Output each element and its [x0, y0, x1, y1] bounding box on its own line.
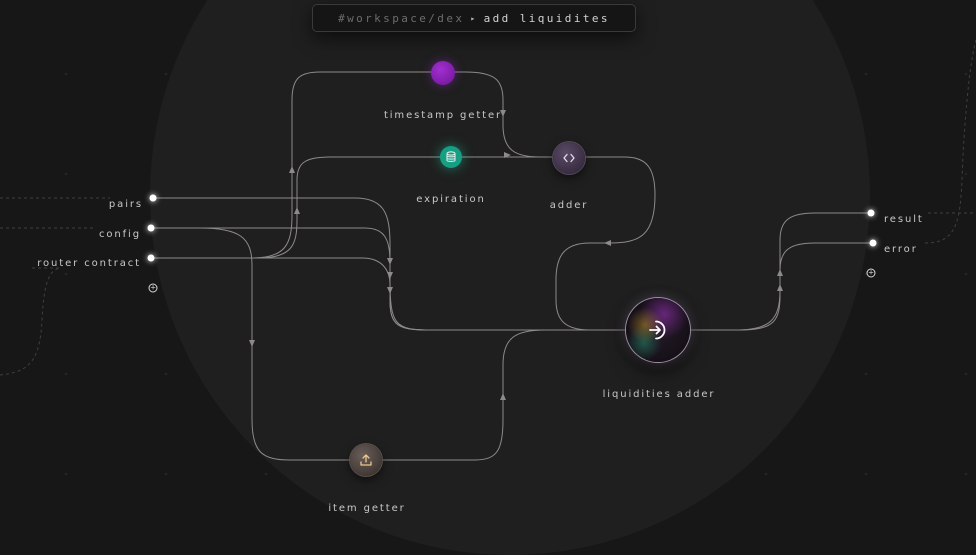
upload-icon: [360, 454, 372, 466]
wire-config: [151, 227, 431, 331]
breadcrumb-separator-icon: ▸: [470, 13, 478, 23]
output-port-result[interactable]: [867, 209, 875, 217]
input-label-pairs: pairs: [108, 199, 143, 210]
code-icon: [563, 153, 575, 163]
input-port-pairs[interactable]: [149, 194, 157, 202]
login-arrow-icon: [649, 320, 666, 340]
breadcrumb-path-link[interactable]: #workspace/dex: [338, 12, 464, 25]
external-dashed-links: [0, 39, 976, 376]
node-label-adder: adder: [549, 200, 589, 211]
input-label-router-contract: router contract: [37, 258, 141, 269]
input-label-config: config: [98, 229, 141, 240]
wire-router-contract: [151, 257, 431, 331]
node-timestamp-getter[interactable]: [431, 61, 455, 85]
input-port-router-contract[interactable]: [147, 254, 155, 262]
wire-router-to-expiration: [257, 156, 552, 259]
node-label-liquidities-adder: liquidities adder: [602, 389, 716, 400]
wire-config-to-item-getter: [199, 227, 350, 461]
input-port-config[interactable]: [147, 224, 155, 232]
node-item-getter[interactable]: [350, 444, 382, 476]
output-port-error[interactable]: [869, 239, 877, 247]
node-liquidities-adder[interactable]: [626, 298, 690, 362]
add-output-plus-circle-icon[interactable]: +: [866, 268, 876, 278]
breadcrumb-current: add liquidites: [483, 11, 610, 25]
wire-pairs: [153, 197, 625, 331]
breadcrumb: #workspace/dex ▸ add liquidites: [312, 4, 636, 32]
database-icon: [446, 151, 456, 162]
node-label-timestamp-getter: timestamp getter: [383, 110, 503, 121]
add-input-plus-circle-icon[interactable]: +: [148, 283, 158, 293]
node-expiration[interactable]: [440, 146, 462, 168]
wire-arrows: [249, 110, 783, 400]
output-label-error: error: [884, 244, 918, 255]
connection-wires: [0, 39, 976, 461]
output-label-result: result: [884, 214, 924, 225]
node-label-item-getter: item getter: [328, 503, 406, 514]
node-label-expiration: expiration: [416, 194, 486, 205]
node-adder[interactable]: [553, 142, 585, 174]
